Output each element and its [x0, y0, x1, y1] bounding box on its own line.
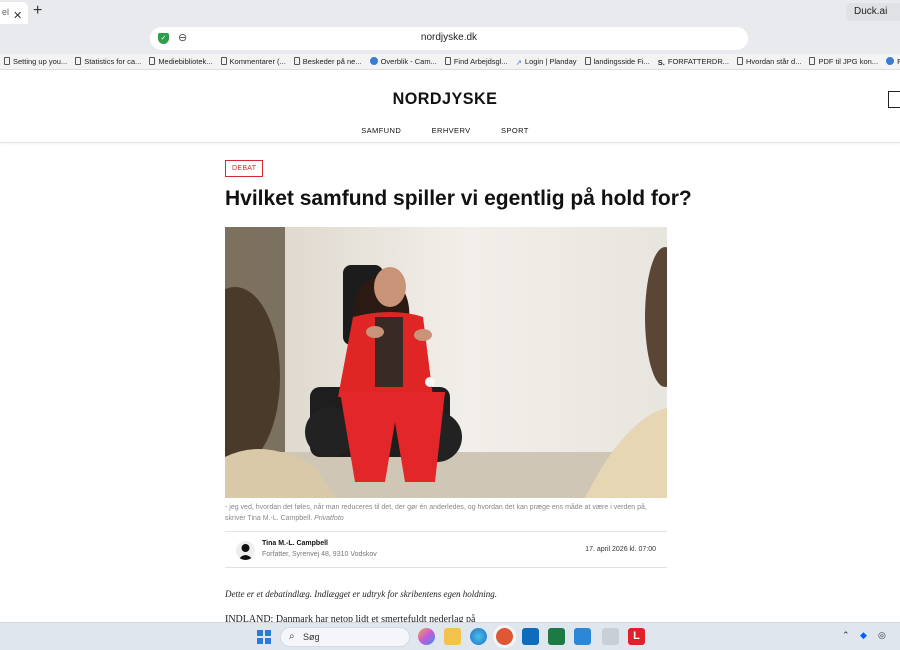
planday-icon: ↗ [515, 58, 522, 67]
bookmark-item[interactable]: Hvordan står d... [737, 54, 802, 69]
tab-title: el [2, 7, 10, 17]
author-name[interactable]: Tina M.-L. Campbell [262, 540, 328, 547]
site-header: NORDJYSKE SAMFUND ERHVERV SPORT [0, 71, 900, 143]
windows-taskbar: ⌕ Søg L ⌃ ◆ ◎ [0, 622, 900, 650]
taskbar-search-label: Søg [303, 632, 320, 642]
bookmark-item[interactable]: S. FORFATTERDR... [657, 54, 729, 69]
bookmark-label: Statistics for ca... [84, 57, 142, 66]
article-photo [225, 227, 667, 498]
author-byline: Tina M.-L. Campbell Forfatter, Syrenvej … [225, 531, 667, 568]
article-intro: Dette er et debatindlæg. Indlægget er ud… [225, 589, 497, 599]
browser-tab-strip: el ✕ + Duck.ai [0, 0, 900, 24]
bookmark-label: FORFATTERDR... [667, 57, 729, 66]
page-icon [444, 57, 451, 65]
url-text[interactable]: nordjyske.dk [150, 32, 748, 43]
page-icon [584, 57, 591, 65]
tab-title: Duck.ai [854, 6, 888, 17]
bookmark-item[interactable]: PDF til JPG kon... [809, 54, 879, 69]
excel-icon[interactable] [548, 628, 565, 645]
nav-item-sport[interactable]: SPORT [501, 126, 529, 135]
nav-item-samfund[interactable]: SAMFUND [361, 126, 401, 135]
web-page: NORDJYSKE SAMFUND ERHVERV SPORT DEBAT Hv… [0, 71, 900, 622]
photo-illustration [225, 227, 667, 498]
bookmark-label: Mediebibliotek... [158, 57, 213, 66]
address-bar[interactable]: ✓ ⊖ nordjyske.dk [150, 27, 748, 50]
page-icon [737, 57, 743, 65]
bookmark-label: landingsside Fi... [593, 57, 650, 66]
bookmark-item[interactable]: Find Arbejdsgl... [444, 54, 508, 69]
page-icon [75, 57, 82, 65]
app-l-icon[interactable]: L [628, 628, 645, 645]
page-icon [149, 57, 156, 65]
bookmark-item[interactable]: Statistics for ca... [75, 54, 142, 69]
caption-credit: Privatfoto [314, 515, 344, 522]
file-explorer-icon[interactable] [444, 628, 461, 645]
bookmark-item[interactable]: landingsside Fi... [584, 54, 650, 69]
dropbox-icon [886, 57, 895, 65]
bookmark-item[interactable]: Setting up you... [4, 54, 68, 69]
outlook-new-icon[interactable] [574, 628, 591, 645]
bookmark-item[interactable]: ↗ Login | Planday [515, 54, 577, 69]
bookmark-label: PDF til JPG kon... [818, 57, 879, 66]
dropbox-tray-icon[interactable]: ◆ [860, 630, 867, 641]
section-badge[interactable]: DEBAT [225, 160, 264, 177]
page-icon [809, 57, 816, 65]
browser-tab-duck-ai[interactable]: Duck.ai [846, 3, 900, 21]
copilot-icon[interactable] [418, 628, 435, 645]
nav-item-erhverv[interactable]: ERHVERV [432, 126, 471, 135]
printer-icon[interactable] [602, 628, 619, 645]
author-avatar[interactable] [236, 541, 255, 560]
page-icon [293, 57, 300, 65]
person-icon [238, 544, 253, 560]
new-tab-button[interactable]: + [33, 2, 42, 20]
globe-icon [369, 57, 378, 65]
bookmark-label: Setting up you... [13, 57, 68, 66]
network-icon[interactable]: ◎ [878, 630, 886, 641]
bookmark-label: Find Arbejdsgl... [453, 57, 508, 66]
main-nav: SAMFUND ERHVERV SPORT [0, 126, 890, 135]
bookmark-label: Overblik - Cam... [380, 57, 437, 66]
bookmark-item[interactable]: Overblik - Cam... [369, 54, 437, 69]
author-role: Forfatter, Syrenvej 48, 9310 Vodskov [262, 551, 377, 558]
bookmark-item[interactable]: Mediebibliotek... [149, 54, 213, 69]
taskbar-search[interactable]: ⌕ Søg [280, 627, 410, 647]
duckduckgo-icon[interactable] [496, 628, 513, 645]
bookmark-item[interactable]: Kommentarer (... [220, 54, 286, 69]
bookmark-item[interactable]: Filer [886, 54, 900, 69]
caption-text: - jeg ved, hvordan det føles, når man re… [225, 504, 647, 522]
publish-date: 17. april 2026 kl. 07:00 [585, 546, 656, 553]
edge-icon[interactable] [470, 628, 487, 645]
page-icon [220, 57, 227, 65]
bookmark-label: Beskeder på ne... [302, 57, 362, 66]
search-icon: ⌕ [289, 631, 295, 642]
s-icon: S. [657, 58, 665, 67]
site-logo[interactable]: NORDJYSKE [22, 89, 868, 109]
bookmark-label: Kommentarer (... [229, 57, 286, 66]
bookmark-item[interactable]: Beskeder på ne... [293, 54, 362, 69]
browser-toolbar: ✓ ⊖ nordjyske.dk [0, 24, 900, 54]
bookmark-label: Login | Planday [524, 57, 577, 66]
chevron-up-icon[interactable]: ⌃ [842, 630, 850, 641]
windows-start-icon[interactable] [257, 630, 271, 644]
page-icon [4, 57, 10, 65]
close-tab-icon[interactable]: ✕ [13, 6, 22, 26]
article-headline: Hvilket samfund spiller vi egentlig på h… [225, 187, 692, 210]
outlook-icon[interactable] [522, 628, 539, 645]
bookmark-label: Hvordan står d... [746, 57, 802, 66]
bookmarks-bar: Setting up you... Statistics for ca... Med… [0, 54, 900, 70]
article-body: INDLAND: Danmark har netop lidt et smert… [225, 614, 476, 622]
photo-caption: - jeg ved, hvordan det føles, når man re… [225, 502, 667, 524]
browser-tab-partial[interactable]: el ✕ [0, 2, 28, 24]
login-button[interactable] [888, 91, 900, 108]
